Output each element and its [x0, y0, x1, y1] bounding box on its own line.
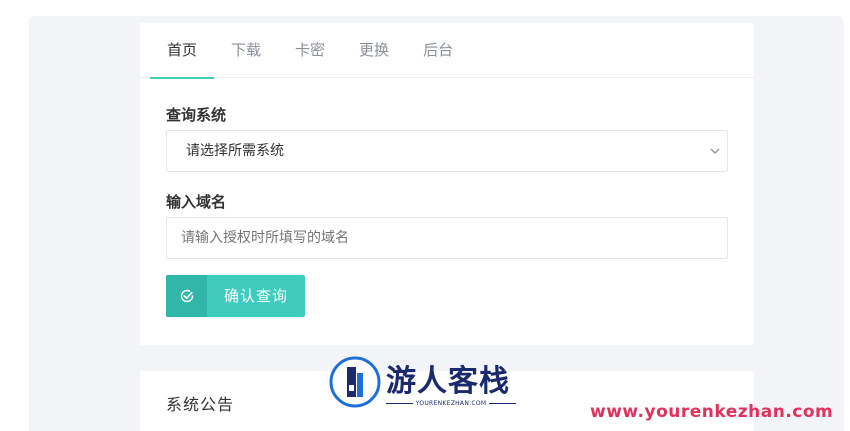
notice-title: 系统公告: [166, 395, 235, 414]
tab-home[interactable]: 首页: [150, 23, 215, 79]
tab-replace[interactable]: 更换: [342, 23, 406, 78]
system-label: 查询系统: [166, 106, 227, 124]
watermark-brand-en: YOURENKEZHAN.COM: [415, 399, 487, 407]
query-card: 首页 下载 卡密 更换 后台 查询系统 请选择所需系统 输入域名 确认查询: [140, 23, 754, 345]
tab-bar: 首页 下载 卡密 更换 后台: [140, 23, 754, 79]
watermark-url: www.yourenkezhan.com: [590, 402, 834, 422]
confirm-query-label: 确认查询: [223, 287, 288, 305]
tab-download[interactable]: 下载: [214, 23, 278, 78]
watermark-logo-icon: [329, 356, 381, 408]
system-select-value: 请选择所需系统: [186, 143, 284, 159]
domain-label: 输入域名: [166, 193, 227, 211]
domain-input[interactable]: [166, 217, 728, 259]
tab-admin[interactable]: 后台: [406, 23, 470, 78]
watermark-brand: 游人客栈: [386, 364, 510, 399]
tab-card-key[interactable]: 卡密: [278, 23, 342, 78]
system-select[interactable]: 请选择所需系统: [166, 130, 728, 172]
check-circle-icon: [166, 275, 207, 317]
confirm-query-button[interactable]: 确认查询: [166, 275, 305, 317]
watermark-subtitle: YOURENKEZHAN.COM: [386, 397, 517, 409]
chevron-down-icon: [710, 148, 720, 154]
